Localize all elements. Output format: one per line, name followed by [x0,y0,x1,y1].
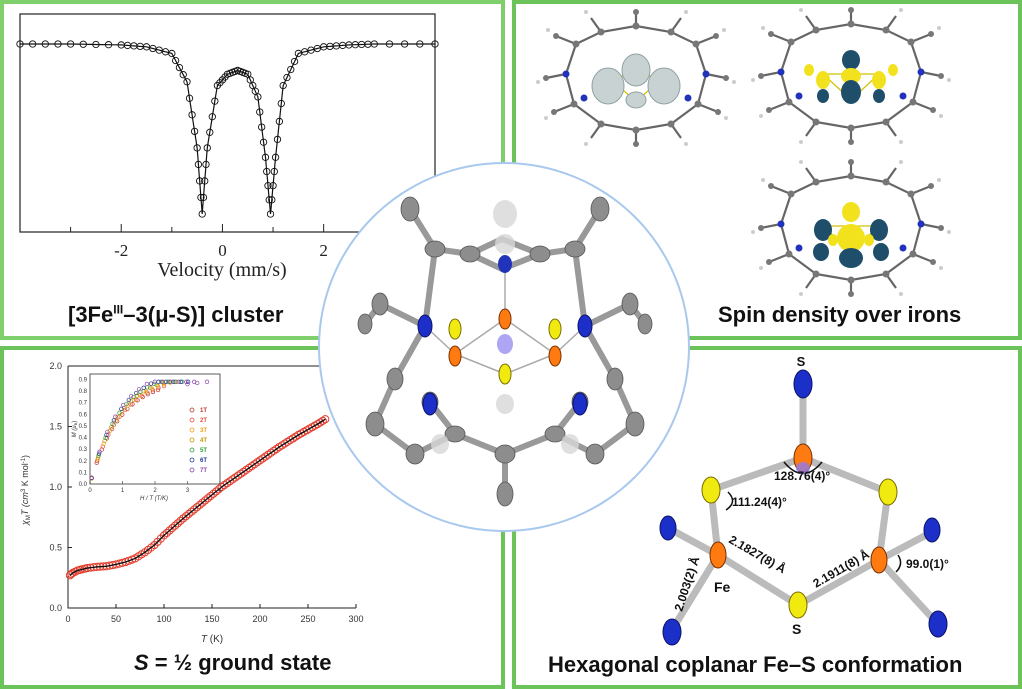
caption-part: [3Fe [68,302,114,327]
y-part: K mol [20,463,30,489]
legend-label: 1T [200,408,207,414]
s-atom [448,318,462,340]
x-axis-label: T (K) [201,634,223,645]
inset-y-tick-label: 0.6 [79,412,88,418]
y-part: ) [20,455,30,458]
n-atom [928,610,948,638]
angle-arc-right [895,554,902,573]
n-atom [572,392,588,416]
x-axis-unit: (K) [207,634,223,645]
inset-y-tick-label: 0.1 [79,470,88,476]
inset-y-part: M (μ [72,425,78,438]
s-atom [788,591,808,619]
legend-label: 3T [200,428,207,434]
mossbauer-caption: [3FeIII–3(μ-S)] cluster [68,302,283,328]
inset-chart: 0 1 2 3 40.00.10.20.30.40.50.60.70.80.9 1T2T… [72,373,222,502]
fe-atom [448,345,462,367]
ground-state-caption: S = ½ ground state [134,650,331,676]
x-axis-label: Velocity (mm/s) [157,259,286,281]
legend-label: 5T [200,448,207,454]
x-tick-label: 150 [204,614,219,624]
inset-y-tick-label: 0.3 [79,447,88,453]
angle-right-label: 99.0(1)° [906,557,949,571]
inset-y-tick-label: 0.4 [79,436,88,442]
inset-x-tick-label: 1 [121,488,125,494]
y-tick-label: 1.5 [49,422,62,432]
x-tick-label: 50 [111,614,121,624]
x-tick-label: 0 [65,614,70,624]
y-tick-label: 1.0 [49,482,62,492]
legend-label: 4T [200,438,207,444]
atom-label-fe: Fe [714,579,731,595]
atom-label-top: S [797,354,806,369]
inset-y-label: M (μB) [72,421,78,438]
inset-x-tick-label: 2 [153,488,157,494]
caption-part: = ½ ground state [148,650,332,675]
y-part: T (cm [20,492,30,515]
inset-x-tick-label: 0 [88,488,92,494]
caption-part: –3(μ-S)] cluster [123,302,284,327]
fe-atom [498,308,512,330]
n-atom [923,517,941,543]
y-tick-label: 0.5 [49,543,62,553]
legend-label: 6T [200,458,207,464]
n-atom [417,314,433,338]
angle-top-label: 128.76(4)° [774,469,830,483]
x-tick-label: 100 [156,614,171,624]
inset-x-tick-label: 3 [186,488,190,494]
crystal-structure-circle [318,162,690,532]
n-atom-shadow [497,334,513,354]
hexagon-caption: Hexagonal coplanar Fe–S conformation [548,652,963,677]
crystal-structure [357,196,653,507]
s-atom [701,476,721,504]
inset-y-part: ) [72,421,78,423]
inset-y-tick-label: 0.7 [79,401,88,407]
inset-x-label: H / T (T/K) [140,496,168,502]
n-atom [793,369,813,399]
fe-atom [548,345,562,367]
spin-density-blue-yellow-molecule [749,5,953,147]
inset-y-tick-label: 0.8 [79,389,88,395]
x-tick-label: 250 [300,614,315,624]
atom-label-s: S [792,621,801,637]
y-tick-label: 0.0 [49,603,62,613]
x-tick-label: 300 [348,614,363,624]
s-atom [548,318,562,340]
x-tick-label: 200 [252,614,267,624]
y-tick-label: 2.0 [49,361,62,371]
fe-atom [709,541,727,569]
inset-y-tick-label: 0.5 [79,424,88,430]
inset-y-tick-label: 0.0 [79,482,88,488]
x-tick-label: 0 [218,241,227,260]
angle-left-label: 111.24(4)° [732,495,787,509]
s-atom [498,363,512,385]
caption-sup: III [113,302,124,317]
n-atom [422,392,438,416]
spin-density-large-molecule [749,157,953,299]
inset-y-tick-label: 0.2 [79,459,88,465]
y-axis-label: χMT (cm3 K mol-1) [20,455,32,526]
spin-density-grey-molecule [534,7,738,149]
caption-part: S [134,650,149,675]
fe-atom [870,546,888,574]
spin-density-caption: Spin density over irons [718,302,962,327]
n-atom [577,314,593,338]
x-tick-label: -2 [114,241,128,260]
s-atom [878,478,898,506]
legend-label: 7T [200,468,207,474]
n-atom [662,618,682,646]
legend-label: 2T [200,418,207,424]
n-atom [498,255,512,273]
inset-y-tick-label: 0.9 [79,378,88,384]
